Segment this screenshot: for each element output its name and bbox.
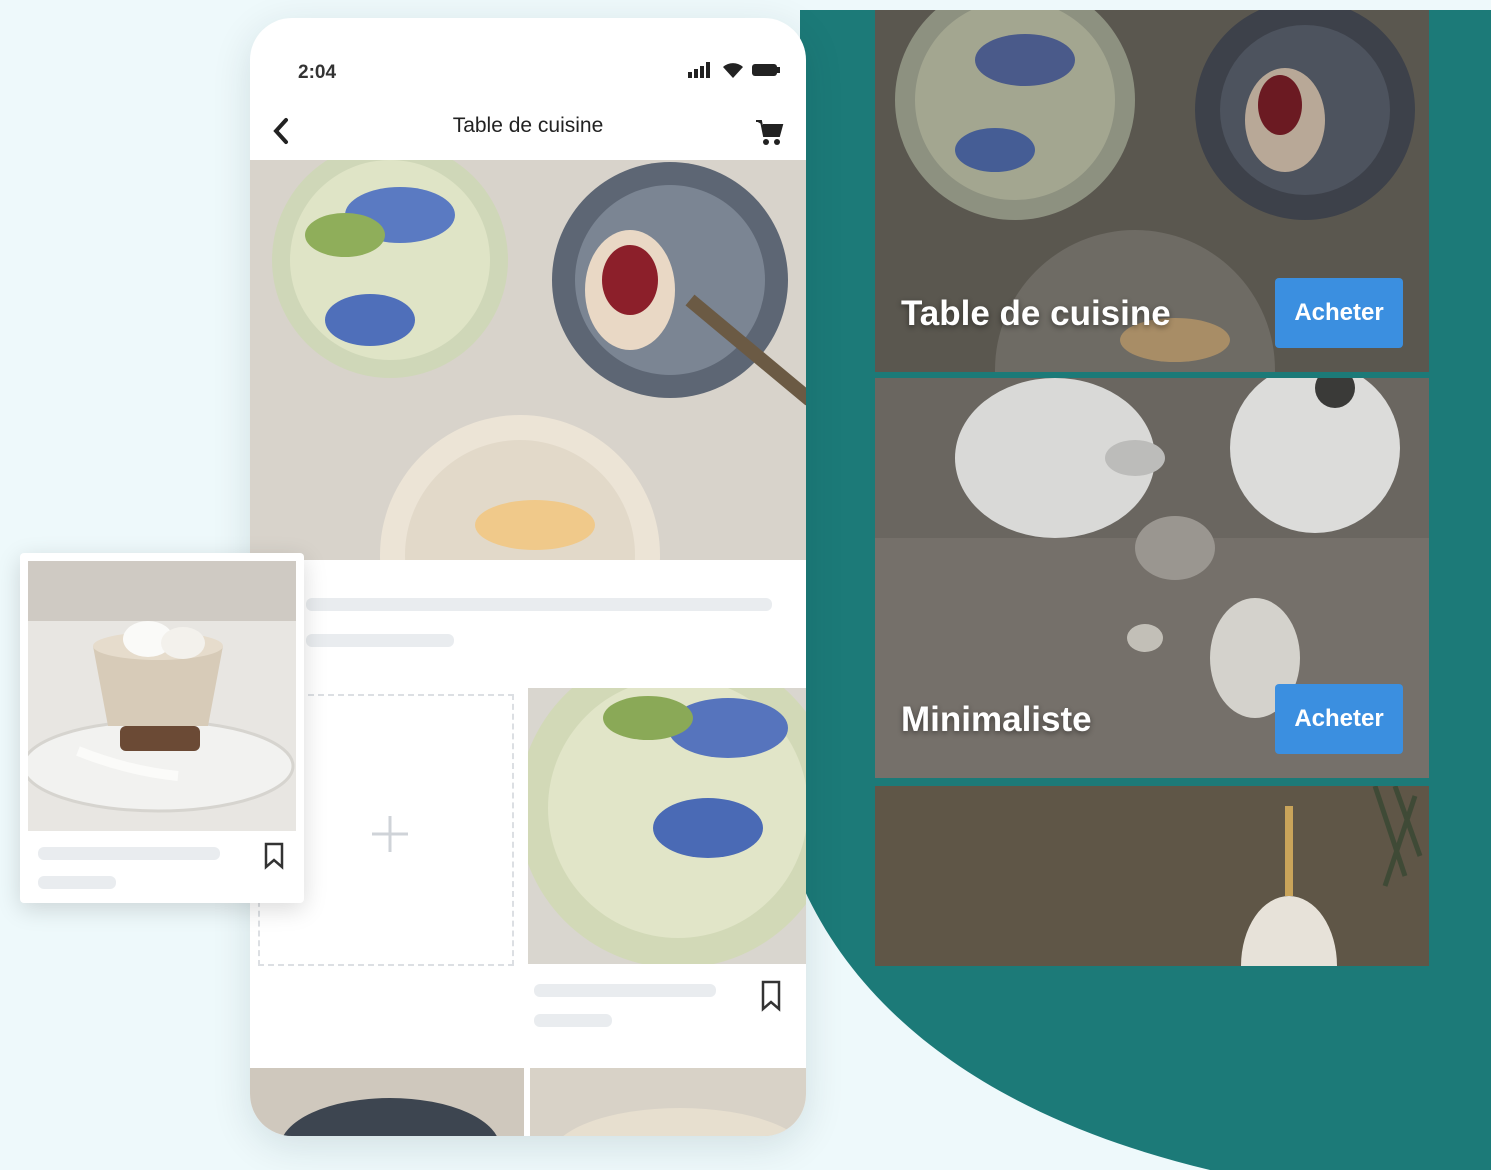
panel-image-lamp: [875, 786, 1429, 966]
plus-icon: [372, 816, 408, 852]
buy-button[interactable]: Acheter: [1275, 684, 1403, 754]
card-subtitle-skeleton: [38, 876, 116, 889]
thumbnail-title-skeleton: [534, 984, 716, 997]
bowl-image: [28, 561, 296, 831]
bookmark-icon[interactable]: [760, 980, 782, 1012]
hero-image-plates: [250, 160, 806, 560]
panel-title: Table de cuisine: [901, 294, 1171, 333]
title-skeleton: [306, 598, 772, 611]
collection-panel-third[interactable]: [875, 786, 1429, 966]
phone-mockup: 2:04 Table de cuisine: [250, 18, 806, 1136]
bookmark-icon[interactable]: [263, 842, 285, 870]
cart-icon[interactable]: [754, 118, 784, 146]
product-thumbnail[interactable]: [528, 688, 806, 964]
subtitle-skeleton: [306, 634, 454, 647]
panel-title: Minimaliste: [901, 700, 1092, 739]
collection-panel-minimaliste[interactable]: Minimaliste Acheter: [875, 378, 1429, 778]
nav-title: Table de cuisine: [452, 114, 604, 137]
signal-icon: [688, 62, 710, 78]
collection-panel-table-de-cuisine[interactable]: Table de cuisine Acheter: [875, 10, 1429, 372]
thumbnail-subtitle-skeleton: [534, 1014, 612, 1027]
card-title-skeleton: [38, 847, 220, 860]
buy-button[interactable]: Acheter: [1275, 278, 1403, 348]
floating-product-card[interactable]: [20, 553, 304, 903]
bottom-image-right: [530, 1068, 806, 1136]
bottom-image-left: [250, 1068, 524, 1136]
status-time: 2:04: [298, 62, 337, 83]
status-icons: [688, 62, 780, 78]
battery-icon: [752, 64, 780, 76]
wifi-icon: [723, 63, 743, 78]
